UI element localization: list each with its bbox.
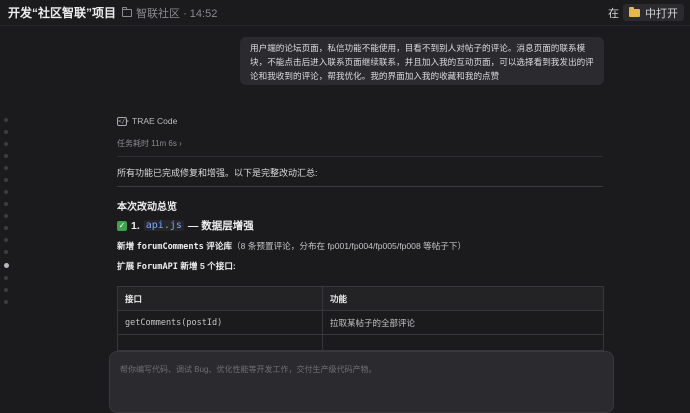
folder-icon <box>122 6 133 17</box>
open-in-folder-button[interactable]: 中打开 <box>623 4 684 21</box>
table-cell <box>117 334 323 351</box>
divider <box>117 186 603 187</box>
line-label: 新增 5 个接口: <box>180 261 236 271</box>
line-detail: （8 条预置评论，分布在 fp001/fp004/fp005/fp008 等帖子… <box>232 241 467 251</box>
table-cell: getComments(postId) <box>117 310 323 335</box>
table-cell: 拉取某帖子的全部评论 <box>322 310 604 335</box>
duration-text: 任务耗时 11m 6s <box>117 139 177 148</box>
rail-marker[interactable] <box>4 276 8 280</box>
rail-marker[interactable] <box>4 300 8 304</box>
rail-marker[interactable] <box>4 214 8 218</box>
user-message-text: 用户端的论坛页面，私信功能不能使用，目看不到别人对帖子的评论。消息页面的联系模块… <box>250 43 594 81</box>
folder-icon <box>629 6 640 17</box>
chevron-right-icon: › <box>179 139 182 148</box>
line-prefix: 新增 <box>117 241 135 251</box>
column-header: 功能 <box>322 286 604 311</box>
rail-marker[interactable] <box>4 288 8 292</box>
open-in-prefix: 在 <box>608 7 619 20</box>
rail-marker[interactable] <box>4 130 8 134</box>
open-in-group: 在 中打开 <box>608 4 684 21</box>
rail-marker[interactable] <box>4 250 8 254</box>
message-composer <box>109 351 614 413</box>
rail-marker[interactable] <box>4 178 8 182</box>
line-prefix: 扩展 <box>117 261 135 271</box>
line-label: 评论库 <box>206 241 233 251</box>
table-header-row: 接口 功能 <box>117 286 604 311</box>
breadcrumb[interactable]: 智联社区 · 14:52 <box>136 5 217 21</box>
summary-text: 所有功能已完成修复和增强。以下是完整改动汇总: <box>117 168 318 178</box>
inline-code: forumComments <box>136 242 204 252</box>
code-icon: </> <box>117 116 129 126</box>
rail-marker[interactable] <box>4 190 8 194</box>
title-bar: 开发“社区智联”项目 智联社区 · 14:52 在 中打开 <box>0 0 690 26</box>
task-title: 开发“社区智联”项目 <box>8 6 117 20</box>
rail-marker[interactable] <box>4 142 8 146</box>
divider <box>117 156 603 157</box>
agent-name: TRAE Code <box>132 116 178 126</box>
change-line: 新增 forumComments 评论库（8 条预置评论，分布在 fp001/f… <box>117 240 466 252</box>
check-icon: ✓ <box>117 220 127 231</box>
table-row <box>117 334 604 351</box>
rail-marker[interactable] <box>4 238 8 242</box>
message-input[interactable] <box>118 360 602 378</box>
change-item-heading: ✓ 1. api.js — 数据层增强 <box>117 218 254 233</box>
table-cell <box>322 334 604 351</box>
rail-marker[interactable] <box>4 226 8 230</box>
rail-marker[interactable] <box>4 154 8 158</box>
rail-marker[interactable] <box>4 202 8 206</box>
rail-marker[interactable] <box>4 166 8 170</box>
file-link[interactable]: api.js <box>143 220 184 231</box>
rail-marker[interactable] <box>4 118 8 122</box>
rail-marker-active[interactable] <box>3 263 9 268</box>
inline-code: ForumAPI <box>136 262 178 272</box>
open-in-label: 中打开 <box>645 7 678 20</box>
change-line: 扩展 ForumAPI 新增 5 个接口: <box>117 260 236 272</box>
agent-header: </> TRAE Code <box>117 116 177 126</box>
table-row: getComments(postId) 拉取某帖子的全部评论 <box>117 310 604 335</box>
section-title: 本次改动总览 <box>117 202 177 213</box>
task-duration[interactable]: 任务耗时 11m 6s › <box>117 138 182 149</box>
column-header: 接口 <box>117 286 323 311</box>
user-message-bubble: 用户端的论坛页面，私信功能不能使用，目看不到别人对帖子的评论。消息页面的联系模块… <box>240 37 604 85</box>
api-table: 接口 功能 getComments(postId) 拉取某帖子的全部评论 <box>117 286 604 351</box>
item-title: — 数据层增强 <box>187 220 254 232</box>
item-number: 1. <box>131 219 140 232</box>
